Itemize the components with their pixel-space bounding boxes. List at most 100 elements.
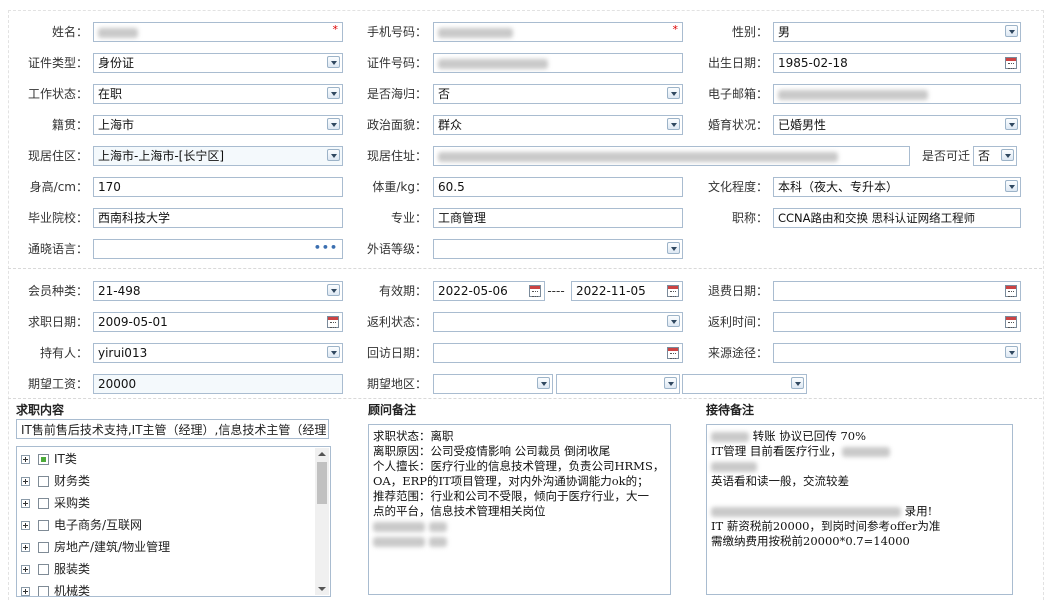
tree-item-it[interactable]: IT类: [21, 449, 77, 469]
region-city-select[interactable]: [556, 374, 680, 394]
tree-item-purchase[interactable]: 采购类: [21, 493, 90, 513]
email-input[interactable]: [773, 84, 1021, 104]
member-type-value: 21-498: [98, 284, 141, 298]
native-value: 上海市: [98, 118, 135, 132]
rebate-time-input[interactable]: [773, 312, 1021, 332]
tree-scrollbar[interactable]: [315, 448, 329, 595]
expand-icon[interactable]: [21, 477, 30, 486]
tree-item-ecommerce[interactable]: 电子商务/互联网: [21, 515, 142, 535]
dropdown-arrow-icon[interactable]: [1005, 25, 1018, 37]
tree-item-finance[interactable]: 财务类: [21, 471, 90, 491]
dropdown-arrow-icon[interactable]: [1001, 149, 1014, 161]
expand-icon[interactable]: [21, 565, 30, 574]
advisor-note-textarea[interactable]: 求职状态：离职 离职原因：公司受疫情影响 公司裁员 倒闭收尾 个人擅长：医疗行业的信…: [368, 424, 671, 595]
education-select[interactable]: 本科（夜大、专升本）: [773, 177, 1021, 197]
expand-icon[interactable]: [21, 587, 30, 596]
calendar-icon[interactable]: [1005, 57, 1017, 69]
rebate-status-select[interactable]: [433, 312, 683, 332]
title-input[interactable]: CCNA路由和交换 思科认证网络工程师: [773, 208, 1021, 228]
refund-date-input[interactable]: [773, 281, 1021, 301]
language-input[interactable]: •••: [93, 239, 343, 259]
gender-select[interactable]: 男: [773, 22, 1021, 42]
note-line: 求职状态：离职: [373, 429, 454, 443]
district-select[interactable]: 上海市-上海市-[长宁区]: [93, 146, 343, 166]
id-no-input[interactable]: [433, 53, 683, 73]
dropdown-arrow-icon[interactable]: [667, 242, 680, 254]
more-icon[interactable]: •••: [314, 240, 338, 258]
work-status-select[interactable]: 在职: [93, 84, 343, 104]
expand-icon[interactable]: [21, 455, 30, 464]
calendar-icon[interactable]: [327, 316, 339, 328]
address-input[interactable]: [433, 146, 910, 166]
political-select[interactable]: 群众: [433, 115, 683, 135]
job-category-tree[interactable]: IT类 财务类 采购类 电子商务/互联网 房地产/建筑/物业管理 服装类 机械类: [16, 446, 331, 597]
validity-to-input[interactable]: 2022-11-05: [571, 281, 683, 301]
tree-item-label: 采购类: [54, 496, 91, 510]
checkbox-icon[interactable]: [38, 476, 49, 487]
salary-input[interactable]: 20000: [93, 374, 343, 394]
dropdown-arrow-icon[interactable]: [667, 118, 680, 130]
calendar-icon[interactable]: [1005, 316, 1017, 328]
tree-item-machinery[interactable]: 机械类: [21, 581, 90, 596]
native-select[interactable]: 上海市: [93, 115, 343, 135]
dropdown-arrow-icon[interactable]: [327, 118, 340, 130]
major-input[interactable]: 工商管理: [433, 208, 683, 228]
lang-level-select[interactable]: [433, 239, 683, 259]
marital-label: 婚育状况：: [707, 118, 768, 132]
phone-input[interactable]: *: [433, 22, 683, 42]
dropdown-arrow-icon[interactable]: [537, 377, 550, 389]
dropdown-arrow-icon[interactable]: [327, 346, 340, 358]
dropdown-arrow-icon[interactable]: [664, 377, 677, 389]
school-input[interactable]: 西南科技大学: [93, 208, 343, 228]
calendar-icon[interactable]: [529, 285, 541, 297]
overseas-select[interactable]: 否: [433, 84, 683, 104]
dropdown-arrow-icon[interactable]: [327, 149, 340, 161]
dropdown-arrow-icon[interactable]: [1005, 118, 1018, 130]
scroll-thumb[interactable]: [317, 462, 327, 504]
checkbox-partial-icon[interactable]: [38, 454, 49, 465]
validity-from-input[interactable]: 2022-05-06: [433, 281, 545, 301]
holder-select[interactable]: yirui013: [93, 343, 343, 363]
dropdown-arrow-icon[interactable]: [667, 87, 680, 99]
checkbox-icon[interactable]: [38, 564, 49, 575]
dropdown-arrow-icon[interactable]: [327, 87, 340, 99]
region-district-select[interactable]: [682, 374, 807, 394]
expand-icon[interactable]: [21, 543, 30, 552]
checkbox-icon[interactable]: [38, 542, 49, 553]
expand-icon[interactable]: [21, 521, 30, 530]
expand-icon[interactable]: [21, 499, 30, 508]
revisit-date-input[interactable]: [433, 343, 683, 363]
birth-date-input[interactable]: 1985-02-18: [773, 53, 1021, 73]
tree-item-clothing[interactable]: 服装类: [21, 559, 90, 579]
scroll-up-icon[interactable]: [318, 452, 326, 456]
dropdown-arrow-icon[interactable]: [791, 377, 804, 389]
checkbox-icon[interactable]: [38, 586, 49, 596]
name-input[interactable]: *: [93, 22, 343, 42]
weight-input[interactable]: 60.5: [433, 177, 683, 197]
tree-item-realestate[interactable]: 房地产/建筑/物业管理: [21, 537, 170, 557]
dropdown-arrow-icon[interactable]: [327, 284, 340, 296]
holder-label: 持有人：: [39, 346, 88, 360]
member-type-select[interactable]: 21-498: [93, 281, 343, 301]
region-province-select[interactable]: [433, 374, 553, 394]
height-input[interactable]: 170: [93, 177, 343, 197]
relocate-select[interactable]: 否: [973, 146, 1017, 166]
dropdown-arrow-icon[interactable]: [667, 315, 680, 327]
marital-select[interactable]: 已婚男性: [773, 115, 1021, 135]
scroll-down-icon[interactable]: [318, 587, 326, 591]
id-type-select[interactable]: 身份证: [93, 53, 343, 73]
checkbox-icon[interactable]: [38, 498, 49, 509]
dropdown-arrow-icon[interactable]: [327, 56, 340, 68]
redacted-text: [428, 522, 447, 532]
reception-note-textarea[interactable]: 转账 协议已回传 70% IT管理 目前看医疗行业， 英语看和读一般，交流较差 录用…: [706, 424, 1013, 595]
education-label: 文化程度：: [707, 180, 768, 194]
source-select[interactable]: [773, 343, 1021, 363]
calendar-icon[interactable]: [667, 285, 679, 297]
job-date-input[interactable]: 2009-05-01: [93, 312, 343, 332]
source-label: 来源途径：: [707, 346, 768, 360]
calendar-icon[interactable]: [1005, 285, 1017, 297]
checkbox-icon[interactable]: [38, 520, 49, 531]
calendar-icon[interactable]: [667, 347, 679, 359]
dropdown-arrow-icon[interactable]: [1005, 180, 1018, 192]
dropdown-arrow-icon[interactable]: [1005, 346, 1018, 358]
